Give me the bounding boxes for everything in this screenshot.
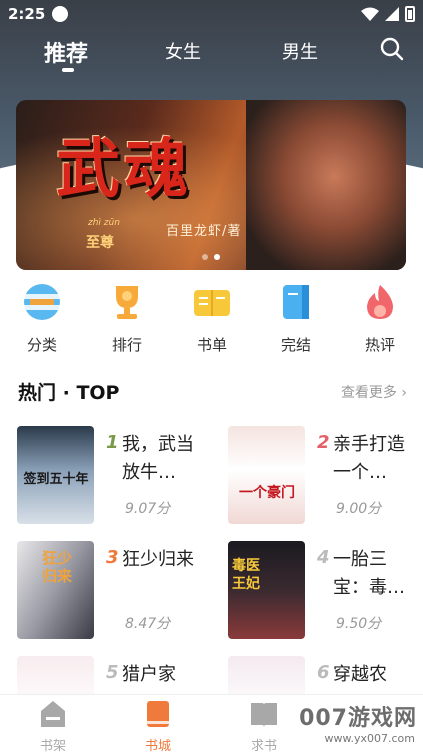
status-time: 2:25: [8, 5, 46, 23]
book-score: 8.47分: [125, 616, 171, 632]
book-card[interactable]: 狂少归来 3 狂少归来 8.47分: [17, 541, 207, 641]
book-cover: 狂少归来: [17, 541, 94, 639]
bookstore-icon: [147, 701, 169, 727]
book-cover: 签到五十年: [17, 426, 94, 524]
notification-icon: [52, 6, 68, 22]
book-rank: 6: [317, 662, 330, 683]
book-cover: 毒医王妃: [228, 541, 305, 639]
nav-label: 书城: [144, 739, 171, 752]
tab-female[interactable]: 女生: [165, 38, 201, 64]
book-card[interactable]: 一个豪门 2 亲手打造一个… 9.00分: [228, 426, 418, 526]
banner-dot[interactable]: [202, 254, 208, 260]
book-rank: 1: [106, 432, 119, 453]
category-booklist[interactable]: 书单: [177, 282, 247, 355]
category-reviews[interactable]: 热评: [345, 282, 415, 355]
book-title: 狂少归来: [122, 549, 194, 570]
banner-pinyin: zhì zūn: [88, 218, 120, 228]
book-card[interactable]: 签到五十年 1 我，武当放牛… 9.07分: [17, 426, 207, 526]
category-label: 分类: [26, 336, 57, 354]
banner-character-art: [246, 100, 406, 270]
book-title: 亲手打造一个…: [333, 434, 405, 483]
banner-subtitle: 至尊: [86, 235, 114, 251]
book-cover-text: 签到五十年: [23, 472, 89, 487]
banner-author: 百里龙虾/著: [166, 224, 242, 239]
nav-bookshelf[interactable]: 书架: [23, 699, 83, 752]
category-label: 完结: [280, 336, 311, 354]
banner-title: 武魂: [56, 132, 192, 207]
top-nav: 推荐 女生 男生: [0, 30, 423, 80]
category-ranking[interactable]: 排行: [92, 282, 162, 355]
tab-indicator: [62, 68, 74, 72]
book-rank: 5: [106, 662, 119, 683]
tab-recommend[interactable]: 推荐: [44, 36, 88, 68]
category-label: 排行: [111, 336, 142, 354]
category-label: 书单: [196, 336, 227, 354]
battery-icon: [405, 6, 415, 22]
trophy-icon: [116, 286, 138, 319]
watermark-url: www.yx007.com: [324, 732, 415, 745]
status-icons: [361, 6, 415, 22]
book-score: 9.00分: [336, 501, 382, 517]
book-title: 一胎三宝：毒…: [333, 549, 405, 598]
tab-male[interactable]: 男生: [282, 38, 318, 64]
banner-dot-active[interactable]: [214, 254, 220, 260]
nav-label: 书架: [39, 739, 66, 752]
category-label: 热评: [364, 336, 395, 354]
category-finished[interactable]: 完结: [261, 282, 331, 355]
category-row: 分类 排行 书单 完结 热评: [0, 282, 423, 358]
section-title: 热门 · TOP: [18, 382, 120, 404]
book-cover: 一个豪门: [228, 426, 305, 524]
finished-icon: [283, 285, 309, 319]
book-title: 我，武当放牛…: [122, 434, 194, 483]
status-bar: 2:25: [0, 0, 423, 30]
search-icon[interactable]: [379, 36, 405, 62]
book-score: 9.50分: [336, 616, 382, 632]
nav-label: 求书: [250, 739, 277, 752]
bookshelf-icon: [41, 701, 65, 727]
booklist-icon: [194, 290, 230, 316]
banner-pagination: [202, 254, 220, 260]
flame-icon: [367, 285, 393, 319]
nav-bookstore[interactable]: 书城: [128, 699, 188, 752]
book-title: 穿越农: [333, 664, 387, 685]
watermark-logo: 007游戏网: [299, 706, 417, 731]
book-card[interactable]: 毒医王妃 4 一胎三宝：毒… 9.50分: [228, 541, 418, 641]
nav-request-book[interactable]: 求书: [234, 699, 294, 752]
book-score: 9.07分: [125, 501, 171, 517]
book-rank: 2: [317, 432, 330, 453]
book-rank: 3: [106, 547, 119, 568]
book-cover-text: 狂少归来: [41, 549, 72, 585]
category-icon: [24, 284, 60, 320]
book-rank: 4: [317, 547, 330, 568]
book-cover-text: 一个豪门: [239, 485, 295, 501]
wifi-icon: [361, 7, 379, 21]
signal-icon: [385, 7, 399, 21]
category-classify[interactable]: 分类: [7, 282, 77, 355]
book-cover-text: 毒医王妃: [232, 558, 260, 592]
promo-banner[interactable]: 武魂 zhì zūn 至尊 百里龙虾/著: [16, 100, 406, 270]
open-book-icon: [251, 703, 277, 727]
book-title: 猎户家: [122, 664, 176, 685]
chevron-right-icon: ›: [401, 385, 407, 401]
see-more-link[interactable]: 查看更多 ›: [341, 382, 407, 402]
see-more-label: 查看更多: [340, 385, 397, 401]
